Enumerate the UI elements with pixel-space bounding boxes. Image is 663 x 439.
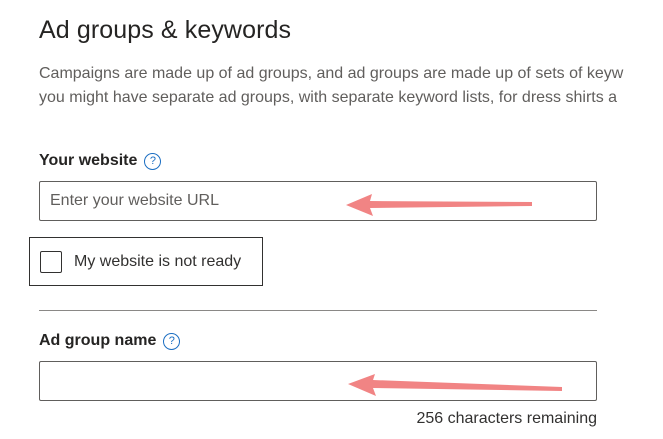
ad-groups-keywords-panel: Ad groups & keywords Campaigns are made … xyxy=(0,0,663,439)
website-label-row: Your website ? xyxy=(39,152,162,170)
characters-remaining: 256 characters remaining xyxy=(416,410,597,427)
divider xyxy=(39,310,597,311)
question-circle-icon[interactable]: ? xyxy=(163,332,181,350)
ad-group-name-label: Ad group name xyxy=(39,332,157,349)
ad-group-label-row: Ad group name ? xyxy=(39,332,181,350)
checkbox-box[interactable] xyxy=(40,250,62,273)
website-url-input[interactable] xyxy=(39,181,597,221)
website-not-ready-checkbox[interactable]: My website is not ready xyxy=(29,237,263,286)
website-not-ready-label: My website is not ready xyxy=(74,252,242,270)
section-title: Ad groups & keywords xyxy=(39,16,292,44)
description-line-1: Campaigns are made up of ad groups, and … xyxy=(39,65,624,82)
description-line-2: you might have separate ad groups, with … xyxy=(39,89,618,106)
question-circle-icon[interactable]: ? xyxy=(144,152,162,170)
section-description: Campaigns are made up of ad groups, and … xyxy=(39,62,623,110)
ad-group-name-input[interactable] xyxy=(39,361,597,401)
website-label: Your website xyxy=(39,152,138,169)
